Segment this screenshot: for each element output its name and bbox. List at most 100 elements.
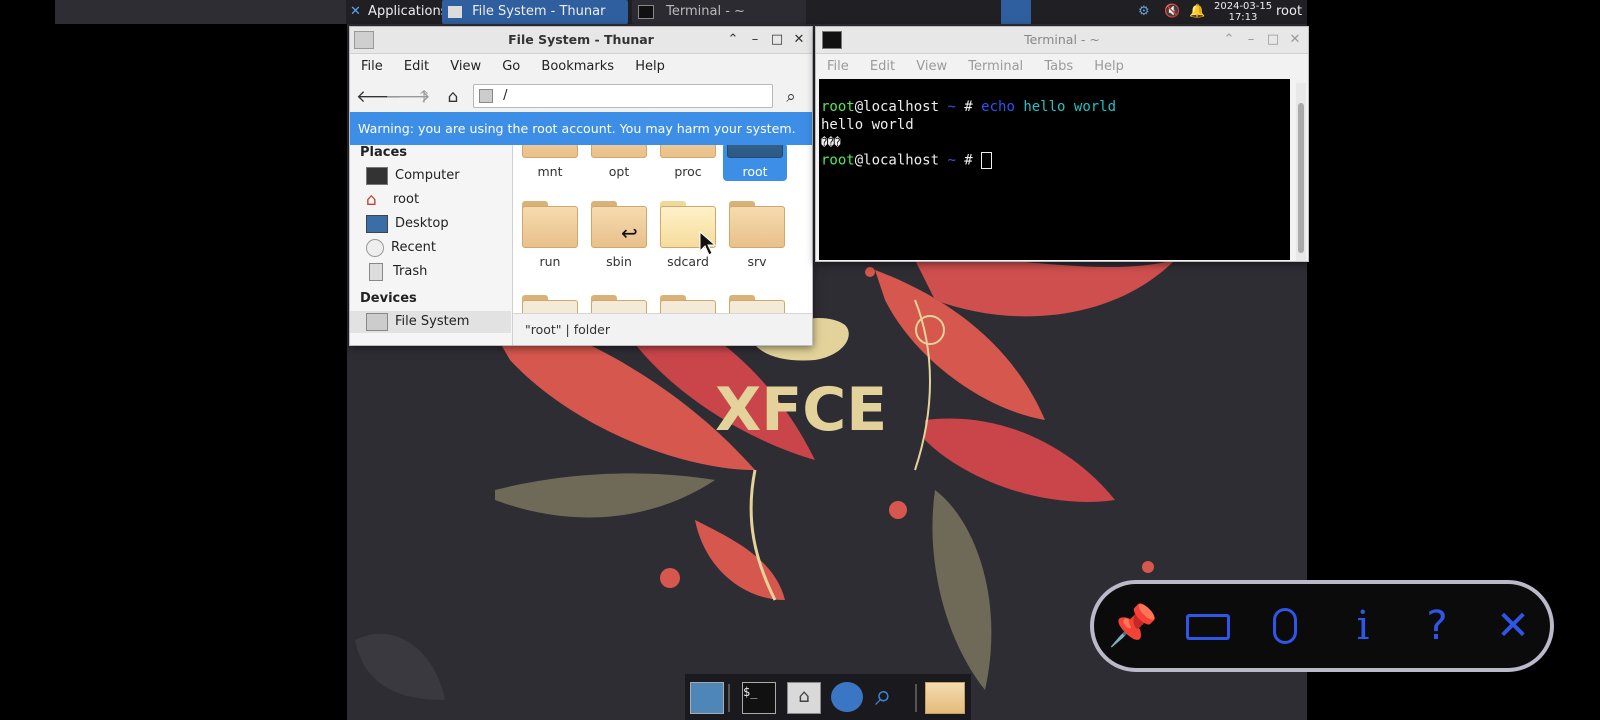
trash-icon [369,262,383,281]
home-icon[interactable]: ⌂ [442,86,464,108]
info-icon[interactable]: i [1340,606,1386,646]
menu-edit[interactable]: Edit [404,59,429,74]
menu-file[interactable]: File [827,59,849,74]
menu-go[interactable]: Go [502,59,520,74]
drive-icon [366,312,388,331]
terminal-titlebar[interactable]: Terminal - ~ ⌃ – □ ✕ [816,27,1308,54]
sidebar-item-label: Recent [391,240,436,255]
folder-sbin-icon[interactable]: ↩ [589,201,649,249]
close-icon[interactable]: ✕ [1490,606,1536,646]
folder-label[interactable]: sbin [584,254,654,269]
web-browser-icon[interactable] [831,682,863,712]
pin-icon[interactable]: 📌 [1108,606,1158,646]
sidebar-item-label: Trash [393,264,428,279]
symlink-arrow-icon: ↩ [621,221,638,245]
sidebar-item-recent[interactable]: Recent [366,237,436,259]
home-folder-launcher-icon[interactable]: ⌂ [787,682,821,714]
menu-terminal[interactable]: Terminal [968,59,1023,74]
xfce-close-icon: ✕ [350,4,361,19]
folder-label[interactable]: srv [722,254,792,269]
file-view: mnt opt proc root run ↩ sbin sdcard srv [513,145,812,313]
folder-icon[interactable] [589,295,649,313]
mouse-cursor-icon [699,231,717,256]
close-button[interactable]: ✕ [1286,31,1304,49]
folder-icon[interactable] [658,295,718,313]
menu-view[interactable]: View [450,59,481,74]
folder-srv-icon[interactable] [727,201,787,249]
applications-menu-button[interactable]: ✕ Applications [346,0,447,24]
menu-view[interactable]: View [916,59,947,74]
terminal-output[interactable]: root@localhost ~ # echo hello world hell… [819,79,1290,260]
top-panel: ✕ Applications File System - Thunar Term… [346,0,1307,24]
menu-help[interactable]: Help [635,59,665,74]
folder-run-icon[interactable] [520,201,580,249]
left-frame [55,24,347,720]
folder-proc-icon[interactable] [658,145,718,159]
computer-icon [366,166,388,185]
sidebar-item-desktop[interactable]: Desktop [366,213,449,235]
folder-label[interactable]: run [515,254,585,269]
sidebar-item-root[interactable]: ⌂ root [366,189,419,211]
keyboard-icon[interactable] [1184,606,1234,646]
scrollbar-thumb[interactable] [1298,103,1304,253]
shade-button[interactable]: ⌃ [724,31,742,49]
maximize-button[interactable]: □ [768,31,786,49]
task-thunar-label: File System - Thunar [472,4,606,19]
folder-icon[interactable] [520,295,580,313]
folder-label[interactable]: mnt [515,164,585,179]
folder-mnt-icon[interactable] [520,145,580,159]
terminal-menubar: File Edit View Terminal Tabs Help [816,54,1308,80]
folder-icon[interactable] [727,295,787,313]
dock: $_ ⌂ ⌕ [685,674,971,720]
places-header: Places [360,145,408,160]
notification-bell-icon[interactable]: 🔔 [1189,0,1205,24]
network-icon[interactable]: ⚙ [1138,0,1158,24]
terminal-launcher-icon[interactable]: $_ [742,682,776,714]
clock-time: 17:13 [1228,12,1258,23]
sidebar-item-computer[interactable]: Computer [366,165,460,187]
minimize-button[interactable]: – [1242,31,1260,49]
folder-label-selected[interactable]: root [720,164,790,179]
user-menu[interactable]: root [1276,0,1306,24]
applications-label: Applications [368,4,448,19]
maximize-button[interactable]: □ [1264,31,1282,49]
minimize-button[interactable]: – [746,31,764,49]
workspace-switcher[interactable] [1001,0,1031,24]
menu-file[interactable]: File [361,59,383,74]
terminal-cursor [981,151,993,169]
xfce-logo: XFCE [715,375,887,445]
thunar-statusbar: "root" | folder [513,313,812,345]
forward-arrow-icon[interactable]: 🡒 [385,86,431,108]
help-icon[interactable]: ? [1414,606,1460,646]
menu-edit[interactable]: Edit [870,59,895,74]
app-finder-search-icon[interactable]: ⌕ [875,681,907,712]
folder-label[interactable]: opt [584,164,654,179]
sidebar-item-trash[interactable]: Trash [366,261,427,283]
folder-launcher-icon[interactable] [925,682,965,714]
shade-button[interactable]: ⌃ [1220,31,1238,49]
show-desktop-icon[interactable] [690,682,724,714]
thunar-titlebar[interactable]: File System - Thunar ⌃ – □ ✕ [350,27,812,54]
up-arrow-icon[interactable]: 🡑 [413,86,435,108]
volume-muted-icon[interactable]: 🔇 [1164,0,1180,24]
workspace-1[interactable] [1001,0,1031,24]
location-bar[interactable]: / [473,84,773,108]
dock-separator [915,684,917,712]
terminal-window: Terminal - ~ ⌃ – □ ✕ File Edit View Term… [815,26,1309,262]
terminal-scrollbar[interactable] [1296,83,1306,261]
menu-bookmarks[interactable]: Bookmarks [541,59,614,74]
folder-root-icon[interactable] [725,145,785,159]
back-arrow-icon[interactable]: 🡐 [356,86,402,108]
task-terminal[interactable]: Terminal - ~ [632,0,806,24]
close-button[interactable]: ✕ [790,31,808,49]
search-icon[interactable]: ⌕ [780,86,802,108]
task-terminal-label: Terminal - ~ [666,4,745,19]
clock[interactable]: 2024-03-15 17:13 [1214,1,1272,25]
folder-opt-icon[interactable] [589,145,649,159]
sidebar-item-file-system[interactable]: File System [350,311,511,333]
menu-tabs[interactable]: Tabs [1044,59,1073,74]
mouse-icon[interactable] [1262,606,1308,646]
folder-label[interactable]: proc [653,164,723,179]
menu-help[interactable]: Help [1094,59,1124,74]
task-thunar[interactable]: File System - Thunar [442,0,628,24]
